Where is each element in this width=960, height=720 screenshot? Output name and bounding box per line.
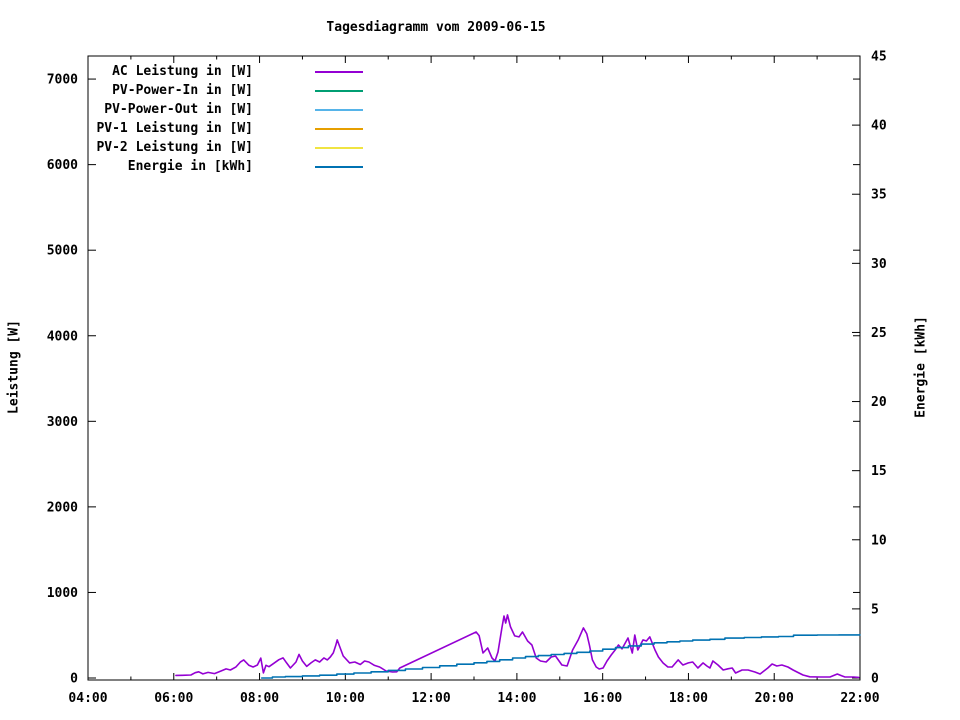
legend-line-sample <box>315 89 363 92</box>
x-axis-tick-label: 12:00 <box>412 691 451 706</box>
legend-line-sample <box>315 70 363 73</box>
legend-label: PV-Power-In in [W] <box>112 83 253 98</box>
legend-label: PV-1 Leistung in [W] <box>96 121 253 136</box>
y-left-tick-label: 7000 <box>47 73 78 88</box>
legend-row: PV-2 Leistung in [W] <box>88 138 363 157</box>
x-axis-tick-label: 10:00 <box>326 691 365 706</box>
x-axis-tick-label: 04:00 <box>68 691 107 706</box>
y-left-tick-label: 6000 <box>47 158 78 173</box>
y-axis-title-left: Leistung [W] <box>6 320 22 414</box>
y-right-tick-label: 15 <box>871 464 887 479</box>
legend-row: PV-Power-Out in [W] <box>88 100 363 119</box>
y-right-tick-label: 0 <box>871 672 879 687</box>
y-right-tick-label: 10 <box>871 533 887 548</box>
y-right-tick-label: 35 <box>871 188 887 203</box>
y-left-tick-label: 2000 <box>47 500 78 515</box>
series-ac-leistung-in-w- <box>175 614 860 679</box>
legend-line-sample <box>315 146 363 149</box>
x-axis-tick-label: 20:00 <box>755 691 794 706</box>
legend-label: PV-Power-Out in [W] <box>104 102 253 117</box>
y-left-tick-label: 3000 <box>47 415 78 430</box>
x-axis-tick-label: 06:00 <box>154 691 193 706</box>
legend-row: PV-Power-In in [W] <box>88 81 363 100</box>
legend: AC Leistung in [W] PV-Power-In in [W] PV-P… <box>88 62 363 176</box>
y-right-tick-label: 25 <box>871 326 887 341</box>
x-axis-tick-label: 22:00 <box>840 691 879 706</box>
legend-line-sample <box>315 127 363 130</box>
chart-title: Tagesdiagramm vom 2009-06-15 <box>326 20 546 35</box>
x-axis-tick-label: 18:00 <box>669 691 708 706</box>
y-right-tick-label: 20 <box>871 395 887 410</box>
y-left-tick-label: 5000 <box>47 244 78 259</box>
legend-label: AC Leistung in [W] <box>112 64 253 79</box>
y-right-tick-label: 45 <box>871 50 887 65</box>
y-right-tick-label: 40 <box>871 119 887 134</box>
y-left-tick-label: 4000 <box>47 329 78 344</box>
legend-row: PV-1 Leistung in [W] <box>88 119 363 138</box>
y-right-tick-label: 30 <box>871 257 887 272</box>
x-axis-tick-label: 14:00 <box>497 691 536 706</box>
x-axis-tick-label: 16:00 <box>583 691 622 706</box>
legend-line-sample <box>315 108 363 111</box>
legend-label: PV-2 Leistung in [W] <box>96 140 253 155</box>
chart-canvas: 04:00 06:00 08:00 10:00 12:00 14:00 16:00 18:00… <box>0 0 960 720</box>
legend-line-sample <box>315 165 363 168</box>
x-axis-tick-label: 08:00 <box>240 691 279 706</box>
legend-row: Energie in [kWh] <box>88 157 363 176</box>
y-axis-title-right: Energie [kWh] <box>913 316 929 418</box>
y-right-tick-label: 5 <box>871 602 879 617</box>
legend-label: Energie in [kWh] <box>127 159 253 174</box>
series-energie-in-kwh- <box>260 634 861 679</box>
legend-row: AC Leistung in [W] <box>88 62 363 81</box>
y-left-tick-label: 1000 <box>47 586 78 601</box>
y-left-tick-label: 0 <box>70 672 78 687</box>
